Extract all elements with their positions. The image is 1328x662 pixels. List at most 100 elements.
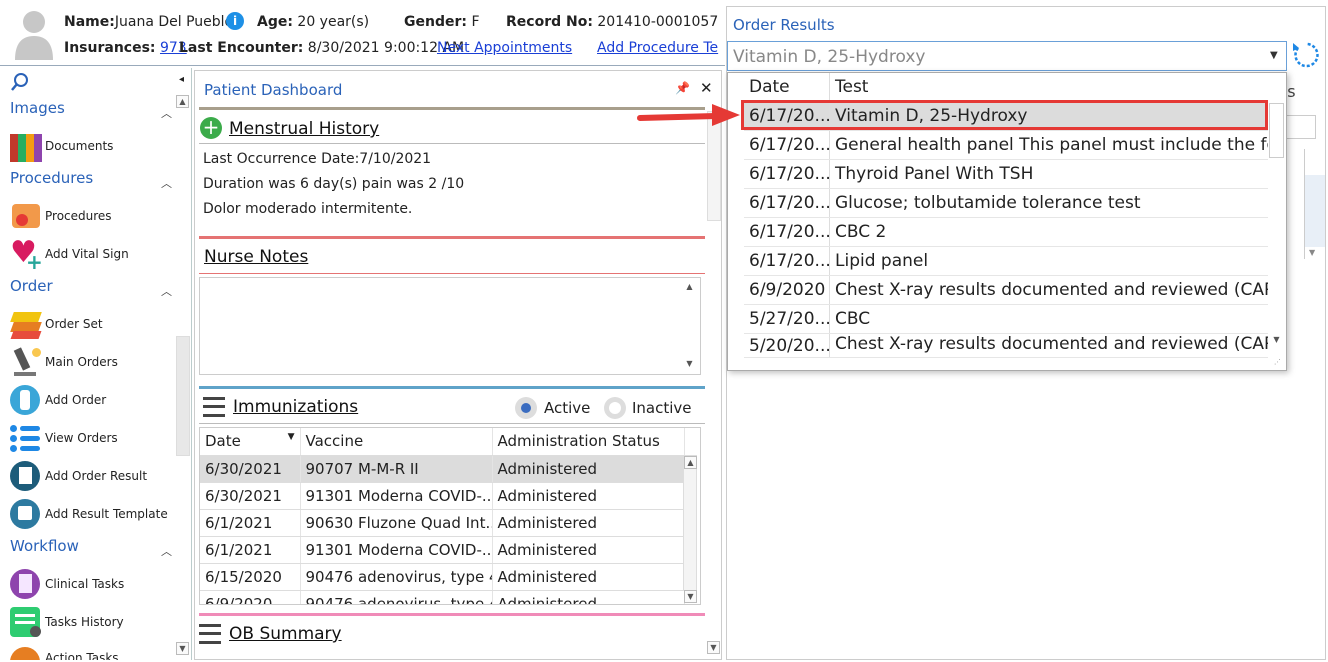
imm-scroll-down[interactable]: ▼ [684,590,697,603]
sidebar-item-main-orders[interactable]: Main Orders [10,345,175,379]
menstrual-history-link[interactable]: Menstrual History [229,119,379,139]
inactive-label: Inactive [632,399,692,417]
dropdown-row-test: Thyroid Panel With TSH [835,164,1034,184]
cell-status: Administered [492,536,685,564]
sidebar-item-add-order[interactable]: Add Order [10,383,175,417]
highlight-box [741,100,1268,130]
nurse-notes-box[interactable] [199,277,701,375]
dropdown-scroll-thumb[interactable] [1269,103,1284,158]
chevron-up-icon[interactable]: ︿ [161,105,172,121]
table-row[interactable]: 6/1/2021 90630 Fluzone Quad Int... Adminis… [200,509,685,537]
add-order-icon [10,384,44,416]
section-order[interactable]: Order [10,277,53,295]
chevron-up-icon[interactable]: ︿ [161,283,172,299]
sidebar-item-order-set[interactable]: Order Set [10,307,175,341]
close-icon[interactable]: ✕ [700,79,713,97]
dashboard-scroll-down[interactable]: ▼ [707,641,720,654]
chevron-up-icon[interactable]: ︿ [161,543,172,559]
sidebar-item-add-order-result[interactable]: Add Order Result [10,459,175,493]
red-arrow-icon [637,104,740,126]
microscope-icon [10,346,44,378]
dropdown-row[interactable]: 6/17/20... Glucose; tolbutamide tolerance… [744,189,1268,218]
dropdown-row[interactable]: 6/17/20... Thyroid Panel With TSH [744,160,1268,189]
order-results-title: Order Results [733,16,835,34]
immunizations-scrollbar[interactable] [683,455,697,591]
heart-plus-icon: ♥ + [10,235,43,275]
resize-grip-icon[interactable]: ⋰ [1274,358,1281,366]
active-label: Active [544,399,591,417]
gender-value: F [471,14,480,30]
imm-scroll-up[interactable]: ▲ [684,456,697,469]
dropdown-row-test: Glucose; tolbutamide tolerance test [835,193,1141,213]
dropdown-col-date[interactable]: Date [744,73,830,101]
dropdown-scroll-down[interactable]: ▼ [1270,334,1283,347]
section-procedures[interactable]: Procedures [10,169,93,187]
cell-date: 6/9/2020 [200,590,301,604]
template-icon [10,498,44,530]
order-select[interactable]: Vitamin D, 25-Hydroxy ▼ [727,41,1287,71]
table-row[interactable]: 6/9/2020 90476 adenovirus, type 4 Administ… [200,590,685,604]
dropdown-row[interactable]: 5/20/20... Chest X-ray results documented… [744,334,1268,358]
dropdown-row[interactable]: 6/17/20... CBC 2 [744,218,1268,247]
nurse-scroll-up[interactable]: ▲ [683,281,696,294]
section-images[interactable]: Images [10,99,65,117]
sidebar-scroll-down[interactable]: ▼ [176,642,189,655]
dropdown-col-test[interactable]: Test [830,77,868,97]
next-appointments-link[interactable]: Next Appointments [437,40,572,56]
table-row[interactable]: 6/15/2020 90476 adenovirus, type 4 Adminis… [200,563,685,591]
sidebar-item-view-orders[interactable]: View Orders [10,421,175,455]
info-icon[interactable]: i [226,12,244,30]
nurse-notes-link[interactable]: Nurse Notes [204,247,308,267]
insurance-label: Insurances: [64,40,156,56]
table-row[interactable]: 6/30/2021 90707 M-M-R II Administered [200,455,685,483]
sidebar-item-action-tasks[interactable]: Action Tasks [10,643,175,660]
sidebar-item-documents[interactable]: Documents [10,129,175,163]
cell-date: 6/1/2021 [200,509,301,537]
col-vaccine[interactable]: Vaccine [300,428,493,456]
sidebar-item-add-vital-sign[interactable]: ♥ + Add Vital Sign [10,235,175,275]
collapse-sidebar-icon[interactable]: ◂ [179,74,184,85]
dropdown-row[interactable]: 5/27/20... CBC [744,305,1268,334]
dropdown-row-date: 5/27/20... [744,305,830,333]
table-row[interactable]: 6/1/2021 91301 Moderna COVID-... Administe… [200,536,685,564]
search-icon[interactable] [10,72,30,92]
sidebar-scrollbar-thumb[interactable] [176,336,190,456]
inactive-radio[interactable] [604,397,626,419]
dropdown-row-date: 6/17/20... [744,160,830,188]
active-radio[interactable] [515,397,537,419]
sidebar-item-add-result-template[interactable]: Add Result Template [10,497,175,531]
sidebar: ◂ Images ︿ ▲ Documents Procedures ︿ Proc… [0,68,192,660]
dropdown-row[interactable]: 6/17/20... Lipid panel [744,247,1268,276]
add-menstrual-icon[interactable]: + [200,117,222,139]
dropdown-row-test: General health panel This panel must inc… [835,135,1268,155]
sidebar-scroll-up[interactable]: ▲ [176,95,189,108]
dropdown-row-date: 6/17/20... [744,247,830,275]
refresh-icon[interactable] [1290,39,1322,71]
sidebar-item-clinical-tasks[interactable]: Clinical Tasks [10,567,175,601]
dropdown-row[interactable]: 6/9/2020 Chest X-ray results documented a… [744,276,1268,305]
documents-icon [10,130,44,162]
immunizations-link[interactable]: Immunizations [233,397,358,417]
tasks-history-icon [10,606,44,638]
col-date[interactable]: Date ▼ [200,428,301,456]
table-row[interactable]: 6/30/2021 91301 Moderna COVID-... Administ… [200,482,685,510]
col-status[interactable]: Administration Status [492,428,685,456]
dropdown-row[interactable]: 6/17/20... General health panel This pane… [744,131,1268,160]
section-workflow[interactable]: Workflow [10,537,79,555]
menu-icon[interactable] [199,624,221,644]
cell-vaccine: 90630 Fluzone Quad Int... [300,509,493,537]
order-result-icon [10,460,44,492]
sidebar-item-tasks-history[interactable]: Tasks History [10,605,175,639]
cell-vaccine: 91301 Moderna COVID-... [300,536,493,564]
ob-summary-link[interactable]: OB Summary [229,624,342,644]
add-procedure-link[interactable]: Add Procedure Te [597,40,725,56]
sidebar-item-procedures[interactable]: Procedures [10,199,175,233]
nurse-scroll-down[interactable]: ▼ [683,358,696,371]
chevron-down-icon[interactable]: ▼ [1270,50,1278,61]
chevron-up-icon[interactable]: ︿ [161,175,172,191]
dropdown-row-test: CBC [835,309,871,329]
cell-date: 6/1/2021 [200,536,301,564]
menu-icon[interactable] [203,397,225,417]
menstrual-last-date: Last Occurrence Date:7/10/2021 [203,151,432,167]
pin-icon[interactable]: 📌 [675,81,690,95]
